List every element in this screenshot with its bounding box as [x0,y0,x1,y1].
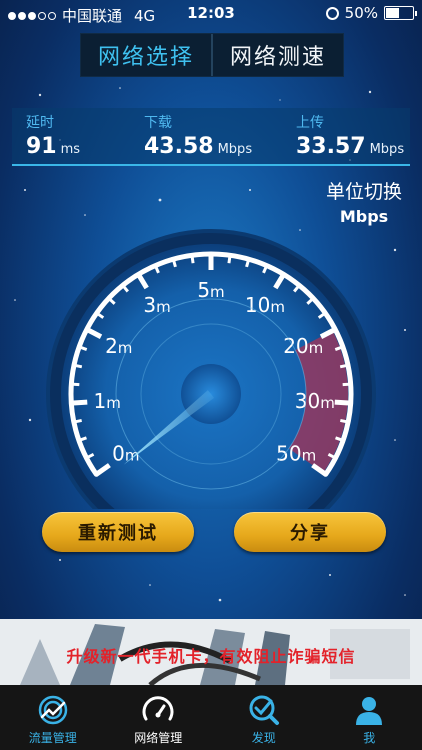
unit-switch-label: 单位切换 [325,181,402,203]
battery-percent: 50% [344,4,378,22]
battery-icon [384,6,417,20]
person-icon [356,697,383,725]
gauge-minor-tick [339,363,349,369]
gauge-minor-tick [245,258,251,268]
ad-text: 升级新一代手机卡，有效阻止诈骗短信 [66,647,356,666]
tab-network-select[interactable]: 网络选择 [81,34,211,76]
tabbar-label-data-usage: 流量管理 [28,731,77,745]
unit-switch-value: Mbps [339,207,389,226]
gauge-minor-tick [227,255,232,264]
latency-unit: ms [60,142,81,157]
status-bar: 中国联通 4G 12:03 50% [0,0,422,28]
upload-unit: Mbps [369,142,405,157]
download-unit: Mbps [217,142,253,157]
gauge-minor-tick [73,363,83,369]
download-label: 下载 [144,115,172,131]
speedometer-icon [142,696,174,721]
gauge-major-tick [71,399,88,406]
tab-speed-test[interactable]: 网络测速 [211,34,343,76]
ad-banner[interactable]: 升级新一代手机卡，有效阻止诈骗短信 [0,619,422,685]
share-button[interactable]: 分享 [234,512,386,552]
gauge-minor-tick [190,255,195,264]
alarm-icon [325,6,339,20]
download-stat: 下载 43.58 Mbps [144,112,252,159]
gauge-minor-tick [340,418,349,424]
status-right: 50% [325,4,417,22]
tabbar-label-me: 我 [363,731,376,745]
bottom-tab-bar: 流量管理 网络管理 发现 我 [0,685,422,750]
tabbar-label-discover: 发现 [251,731,276,745]
upload-stat: 上传 33.57 Mbps [296,112,404,159]
upload-value: 33.57 [296,134,366,159]
retest-button[interactable]: 重新测试 [42,512,194,552]
tabbar-label-network-management: 网络管理 [134,731,183,745]
tabbar-me[interactable]: 我 [317,685,422,750]
upload-label: 上传 [296,115,324,131]
unit-switch-button[interactable]: 单位切换 Mbps [326,177,402,226]
tabbar-discover[interactable]: 发现 [211,685,317,750]
tabbar-network-management[interactable]: 网络管理 [106,685,212,750]
speed-gauge: 0m1m2m3m5m10m20m30m50m [46,229,376,509]
latency-stat: 延时 91 ms [26,112,80,159]
app-screen: 中国联通 4G 12:03 50% 网络选择 网络测速 延时 91 ms 下载 4… [0,0,422,750]
speed-stats-panel: 延时 91 ms 下载 43.58 Mbps 上传 33.57 Mbps [12,108,410,166]
gauge-minor-tick [71,382,80,387]
discover-icon [249,695,279,725]
gauge-minor-tick [171,258,177,268]
latency-value: 91 [26,134,57,159]
data-usage-icon [38,695,67,725]
gauge-minor-tick [73,418,82,424]
tabbar-data-usage[interactable]: 流量管理 [0,685,106,750]
mode-tabs: 网络选择 网络测速 [80,33,344,77]
gauge-minor-tick [342,382,351,387]
download-value: 43.58 [144,134,214,159]
gauge-major-tick [334,399,351,406]
latency-label: 延时 [26,115,54,131]
